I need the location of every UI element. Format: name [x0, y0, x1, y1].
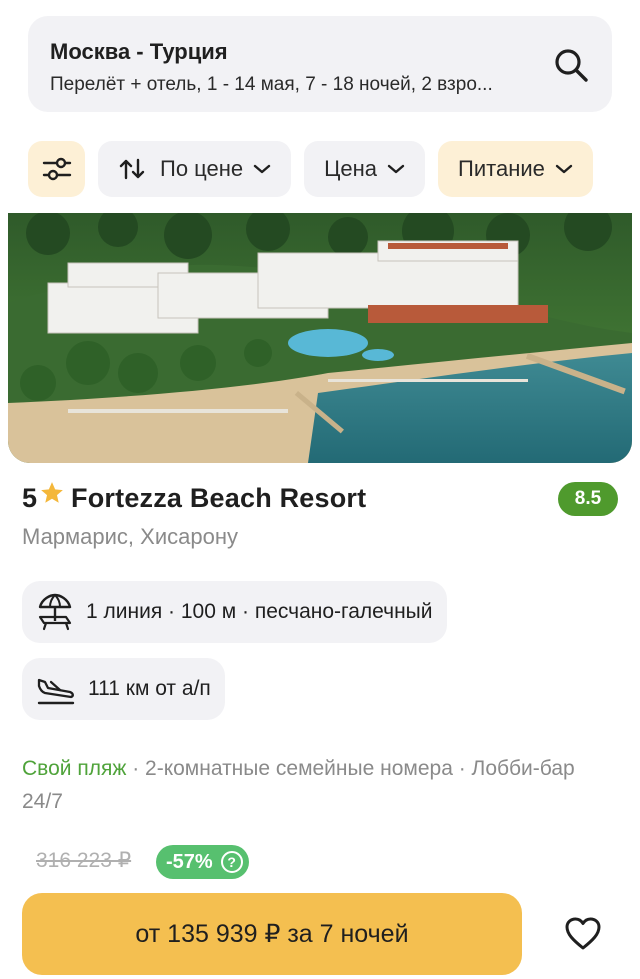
price-dropdown[interactable]: Цена	[304, 141, 426, 197]
meal-dropdown[interactable]: Питание	[438, 141, 593, 197]
airport-tag-text: 111 км от а/п	[88, 677, 211, 700]
discount-badge[interactable]: -57% ?	[156, 845, 249, 879]
beach-tag: 1 линия · 100 м · песчано-галечный	[22, 581, 447, 643]
filter-sliders-icon	[42, 157, 71, 181]
star-icon	[41, 482, 63, 503]
price-label: Цена	[324, 156, 378, 181]
hotel-location: Мармарис, Хисарону	[22, 524, 238, 549]
filter-bar: По цене Цена Питание	[28, 141, 593, 197]
hotel-photo[interactable]	[8, 213, 632, 463]
price-cta-button[interactable]: от 135 939 ₽ за 7 ночей	[22, 893, 522, 975]
hotel-photo-illustration	[8, 213, 632, 463]
discount-value: -57%	[166, 850, 213, 873]
search-icon[interactable]	[552, 46, 590, 84]
sort-arrows-icon	[119, 158, 145, 180]
chevron-down-icon	[387, 164, 405, 174]
airport-tag: 111 км от а/п	[22, 658, 225, 720]
hotel-title-row: 5 Fortezza Beach Resort 8.5	[22, 480, 622, 516]
beach-tag-text: 1 линия · 100 м · песчано-галечный	[86, 600, 433, 623]
old-price: 316 223 ₽	[36, 849, 132, 872]
chevron-down-icon	[253, 164, 271, 174]
search-details: Перелёт + отель, 1 - 14 мая, 7 - 18 ноче…	[50, 74, 493, 95]
plane-landing-icon	[37, 678, 75, 705]
hotel-features: Свой пляж · 2-комнатные семейные номера …	[22, 752, 582, 818]
sort-label: По цене	[160, 156, 244, 181]
search-summary-card[interactable]: Москва - Турция Перелёт + отель, 1 - 14 …	[28, 16, 612, 112]
chevron-down-icon	[555, 164, 573, 174]
sort-dropdown[interactable]: По цене	[98, 141, 292, 197]
search-route: Москва - Турция	[50, 39, 228, 64]
meal-label: Питание	[458, 156, 545, 181]
hotel-name[interactable]: Fortezza Beach Resort	[71, 483, 366, 514]
feature-highlight: Свой пляж	[22, 757, 127, 780]
beach-umbrella-icon	[38, 593, 72, 631]
info-icon: ?	[220, 851, 243, 873]
hotel-stars: 5	[22, 482, 38, 513]
filters-button[interactable]	[28, 141, 85, 197]
rating-badge: 8.5	[558, 482, 618, 516]
heart-icon[interactable]	[563, 914, 603, 954]
